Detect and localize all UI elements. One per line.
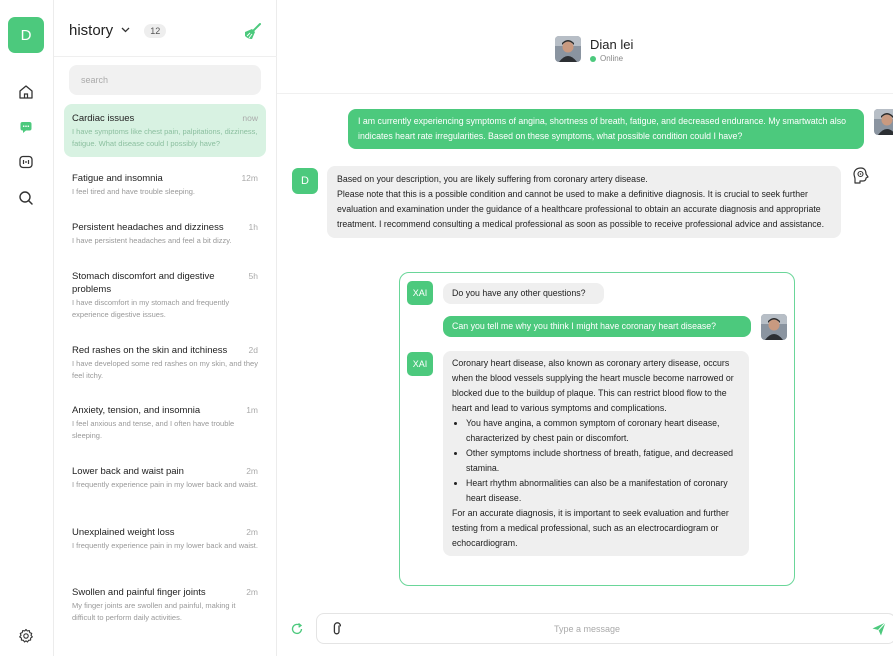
history-item-preview: I frequently experience pain in my lower…: [72, 541, 258, 550]
settings-icon[interactable]: [16, 626, 36, 646]
history-item-time: 5h: [248, 271, 258, 281]
message-composer: [316, 613, 893, 644]
refresh-icon[interactable]: [290, 622, 304, 636]
search-icon[interactable]: [16, 188, 36, 208]
history-item-time: 2m: [246, 466, 258, 476]
contact-avatar[interactable]: [555, 36, 581, 62]
status-label: Online: [600, 54, 624, 63]
xai-badge: XAI: [407, 352, 433, 376]
user-avatar: [874, 109, 893, 135]
history-item[interactable]: Lower back and waist pain 2m I frequently…: [64, 457, 266, 499]
chevron-down-icon[interactable]: [121, 25, 130, 36]
history-count-badge: 12: [144, 23, 167, 38]
bot-reply-summary: Based on your description, you are likel…: [337, 174, 648, 184]
bot-icon[interactable]: [16, 152, 36, 172]
user-followup-bubble: Can you tell me why you think I might ha…: [443, 316, 751, 337]
divider: [54, 56, 277, 57]
history-item-preview: I feel anxious and tense, and I often ha…: [72, 419, 235, 440]
chat-icon[interactable]: [16, 117, 36, 137]
history-item[interactable]: Red rashes on the skin and itchiness 2d I…: [64, 336, 266, 389]
history-item-preview: I have developed some red rashes on my s…: [72, 359, 258, 380]
history-header[interactable]: history 12: [69, 22, 167, 39]
history-item-title: Fatigue and insomnia: [72, 173, 163, 184]
send-icon[interactable]: [871, 621, 887, 637]
xai-answer-bubble: Coronary heart disease, also known as co…: [443, 351, 749, 556]
bot-message-bubble: Based on your description, you are likel…: [327, 166, 841, 238]
xai-badge: XAI: [407, 281, 433, 305]
history-item[interactable]: Cardiac issues now I have symptoms like c…: [64, 104, 266, 157]
history-item[interactable]: Stomach discomfort and digestive problem…: [64, 262, 266, 328]
history-item-title: Anxiety, tension, and insomnia: [72, 405, 201, 416]
history-item-title: Cardiac issues: [72, 113, 135, 124]
history-item-time: 2d: [248, 345, 258, 355]
history-item-title: Stomach discomfort and digestive problem…: [72, 271, 215, 295]
history-item[interactable]: Fatigue and insomnia 12m I feel tired and…: [64, 164, 266, 206]
history-panel: history 12 Cardiac issues now I have symp…: [54, 0, 277, 656]
home-icon[interactable]: [16, 82, 36, 102]
history-item-time: now: [242, 113, 258, 123]
history-item-time: 2m: [246, 587, 258, 597]
contact-name: Dian lei: [590, 37, 634, 52]
history-item-preview: I have persistent headaches and feel a b…: [72, 236, 232, 245]
history-item-title: Unexplained weight loss: [72, 527, 175, 538]
bot-avatar: D: [292, 168, 318, 194]
clear-history-icon[interactable]: [242, 22, 262, 42]
left-rail: D: [0, 0, 54, 656]
history-item-time: 1h: [248, 222, 258, 232]
list-item: You have angina, a common symptom of cor…: [466, 416, 740, 446]
xai-answer-intro: Coronary heart disease, also known as co…: [452, 358, 734, 413]
contact-status: Online: [590, 54, 623, 63]
attach-icon[interactable]: [330, 622, 344, 636]
history-item-time: 2m: [246, 527, 258, 537]
history-item-preview: I have discomfort in my stomach and freq…: [72, 298, 230, 319]
xai-answer-list: You have angina, a common symptom of cor…: [452, 416, 740, 506]
history-item-time: 1m: [246, 405, 258, 415]
history-item-preview: I have symptoms like chest pain, palpita…: [72, 127, 258, 148]
bot-reply-detail: Please note that this is a possible cond…: [337, 189, 825, 229]
search-input[interactable]: [69, 65, 261, 95]
online-dot-icon: [590, 55, 596, 62]
history-item[interactable]: Anxiety, tension, and insomnia 1m I feel …: [64, 396, 266, 449]
list-item: Other symptoms include shortness of brea…: [466, 446, 740, 476]
chat-panel: Dian lei Online I am currently experienc…: [277, 0, 893, 656]
history-item[interactable]: Swollen and painful finger joints 2m My f…: [64, 578, 266, 631]
history-item-preview: I frequently experience pain in my lower…: [72, 480, 258, 489]
history-item-title: Lower back and waist pain: [72, 466, 184, 477]
history-item-preview: I feel tired and have trouble sleeping.: [72, 187, 195, 196]
history-item[interactable]: Unexplained weight loss 2m I frequently e…: [64, 518, 266, 560]
user-message-bubble: I am currently experiencing symptoms of …: [348, 109, 864, 149]
history-item-title: Persistent headaches and dizziness: [72, 222, 224, 233]
message-input[interactable]: [357, 619, 817, 639]
user-avatar[interactable]: D: [8, 17, 44, 53]
explain-ai-icon[interactable]: [851, 166, 871, 186]
xai-answer-outro: For an accurate diagnosis, it is importa…: [452, 508, 729, 548]
list-item: Heart rhythm abnormalities can also be a…: [466, 476, 740, 506]
user-avatar: [761, 314, 787, 340]
history-title: history: [69, 22, 114, 39]
history-item-title: Swollen and painful finger joints: [72, 587, 206, 598]
history-item-title: Red rashes on the skin and itchiness: [72, 345, 228, 356]
xai-question-bubble: Do you have any other questions?: [443, 283, 604, 304]
history-item-time: 12m: [241, 173, 258, 183]
history-item[interactable]: Persistent headaches and dizziness 1h I h…: [64, 213, 266, 255]
history-item-preview: My finger joints are swollen and painful…: [72, 601, 236, 622]
chat-header: Dian lei Online: [277, 0, 893, 94]
